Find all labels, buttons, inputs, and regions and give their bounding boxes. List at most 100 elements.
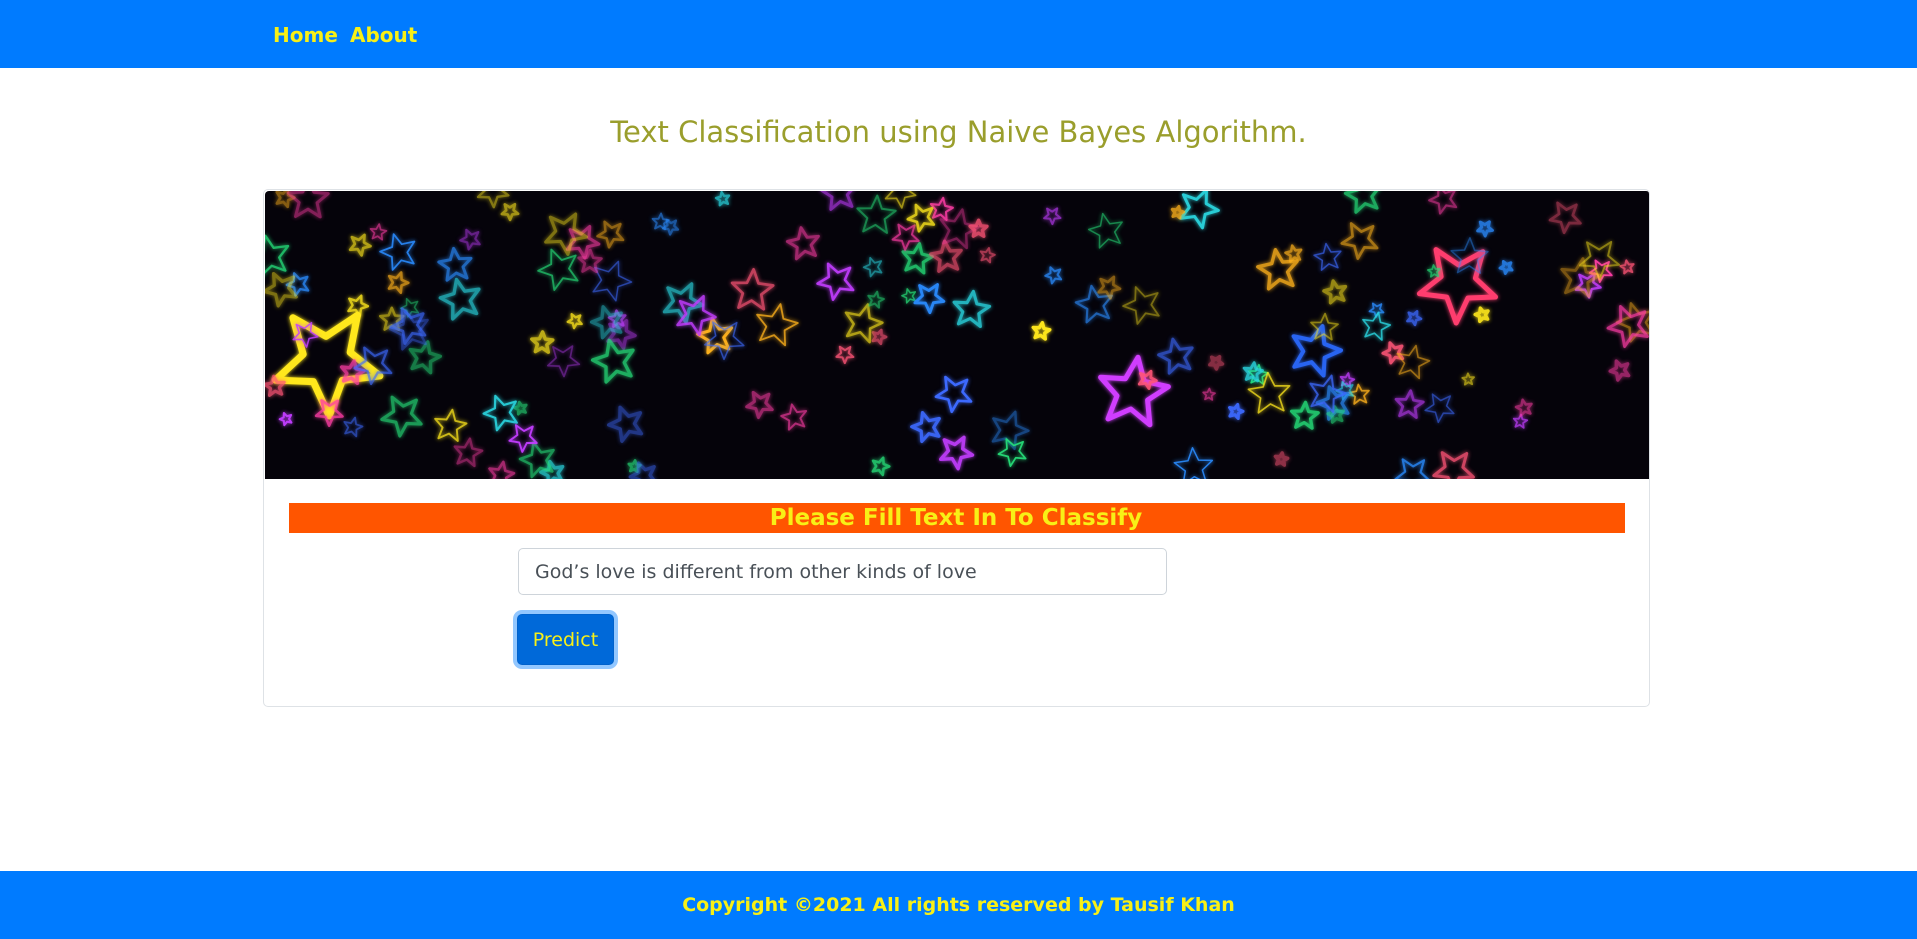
star-shape	[482, 394, 518, 432]
star-shape	[1396, 344, 1431, 380]
star-shape	[271, 311, 384, 420]
star-shape	[265, 271, 298, 308]
star-shape	[1432, 451, 1475, 479]
classify-text-input[interactable]	[518, 548, 1167, 595]
star-shape	[453, 437, 484, 468]
star-shape	[1579, 240, 1620, 281]
star-shape	[590, 338, 635, 384]
star-shape	[286, 191, 330, 219]
star-shape	[1202, 387, 1216, 401]
neon-stars-icon	[265, 191, 1649, 479]
star-shape	[380, 395, 423, 438]
star-shape	[1608, 359, 1631, 382]
star-shape	[1097, 275, 1122, 300]
star-shape	[1406, 310, 1423, 327]
star-shape	[745, 390, 774, 420]
star-shape	[596, 220, 625, 249]
star-shape	[1284, 244, 1303, 263]
star-shape	[459, 228, 481, 251]
star-shape	[1208, 354, 1225, 371]
star-shape	[901, 241, 934, 275]
star-shape	[1428, 191, 1458, 215]
star-shape	[1340, 222, 1379, 260]
star-shape	[1619, 259, 1635, 275]
star-shape	[856, 194, 897, 234]
star-shape	[1343, 191, 1379, 214]
star-shape	[1362, 311, 1392, 341]
star-shape	[265, 234, 290, 274]
star-shape	[1476, 220, 1494, 238]
star-shape	[871, 328, 888, 346]
nav-link-home[interactable]: Home	[273, 22, 338, 48]
star-shape	[1322, 279, 1348, 305]
star-shape	[1043, 207, 1062, 226]
page-title: Text Classification using Naive Bayes Al…	[610, 115, 1307, 149]
star-shape	[871, 456, 891, 477]
star-shape	[343, 416, 364, 438]
star-shape	[434, 408, 468, 442]
star-shape	[566, 312, 583, 330]
star-shape	[1228, 402, 1245, 420]
star-shape	[537, 248, 579, 291]
star-shape	[910, 410, 941, 444]
star-shape	[606, 405, 644, 443]
star-shape	[1461, 372, 1475, 386]
star-shape	[1498, 260, 1514, 275]
star-shape	[369, 223, 388, 241]
star-shape	[1273, 451, 1290, 467]
star-shape	[1157, 337, 1194, 375]
navbar: Home About	[0, 0, 1917, 68]
star-shape	[348, 233, 372, 257]
star-shape	[408, 340, 443, 375]
star-shape	[1394, 389, 1425, 419]
star-shape	[934, 375, 973, 414]
star-shape	[488, 460, 516, 479]
star-shape	[278, 411, 293, 427]
star-shape	[820, 191, 854, 211]
star-shape	[1394, 458, 1430, 479]
star-shape	[1044, 266, 1063, 285]
star-shape	[437, 246, 473, 282]
star-shape	[929, 239, 963, 273]
star-shape	[952, 289, 992, 329]
star-shape	[1087, 212, 1123, 249]
instruction-banner: Please Fill Text In To Classify	[289, 503, 1625, 533]
star-shape	[979, 247, 996, 264]
star-shape	[546, 345, 581, 378]
predict-button[interactable]: Predict	[517, 614, 614, 665]
copyright-text: Copyright ©2021 All rights reserved by T…	[682, 894, 1235, 916]
star-shape	[913, 283, 946, 315]
star-shape	[1098, 354, 1171, 428]
star-shape	[816, 262, 855, 301]
star-shape	[785, 226, 820, 261]
star-shape	[938, 435, 975, 471]
star-shape	[844, 303, 884, 344]
star-shape	[1031, 320, 1052, 341]
star-shape	[628, 461, 656, 479]
star-shape	[891, 223, 920, 251]
star-shape	[730, 267, 775, 311]
star-shape	[997, 438, 1027, 468]
star-shape	[867, 290, 885, 309]
star-shape	[379, 233, 416, 271]
star-shape	[1381, 341, 1405, 365]
star-shape	[387, 271, 410, 294]
star-shape	[1173, 447, 1214, 479]
star-shape	[1450, 237, 1489, 274]
star-shape	[438, 277, 481, 321]
star-shape	[714, 191, 731, 207]
star-shape	[835, 345, 855, 365]
neon-stars-banner	[265, 191, 1649, 479]
star-shape	[1424, 393, 1455, 424]
star-shape	[347, 294, 370, 317]
star-shape	[1179, 191, 1220, 230]
nav-link-about[interactable]: About	[350, 22, 417, 48]
star-shape	[929, 196, 954, 221]
star-shape	[1514, 398, 1533, 417]
star-shape	[1548, 201, 1582, 235]
classifier-card	[263, 189, 1650, 707]
star-shape	[1122, 286, 1160, 325]
star-shape	[884, 191, 917, 209]
star-shape	[862, 256, 883, 278]
star-shape	[901, 288, 917, 304]
